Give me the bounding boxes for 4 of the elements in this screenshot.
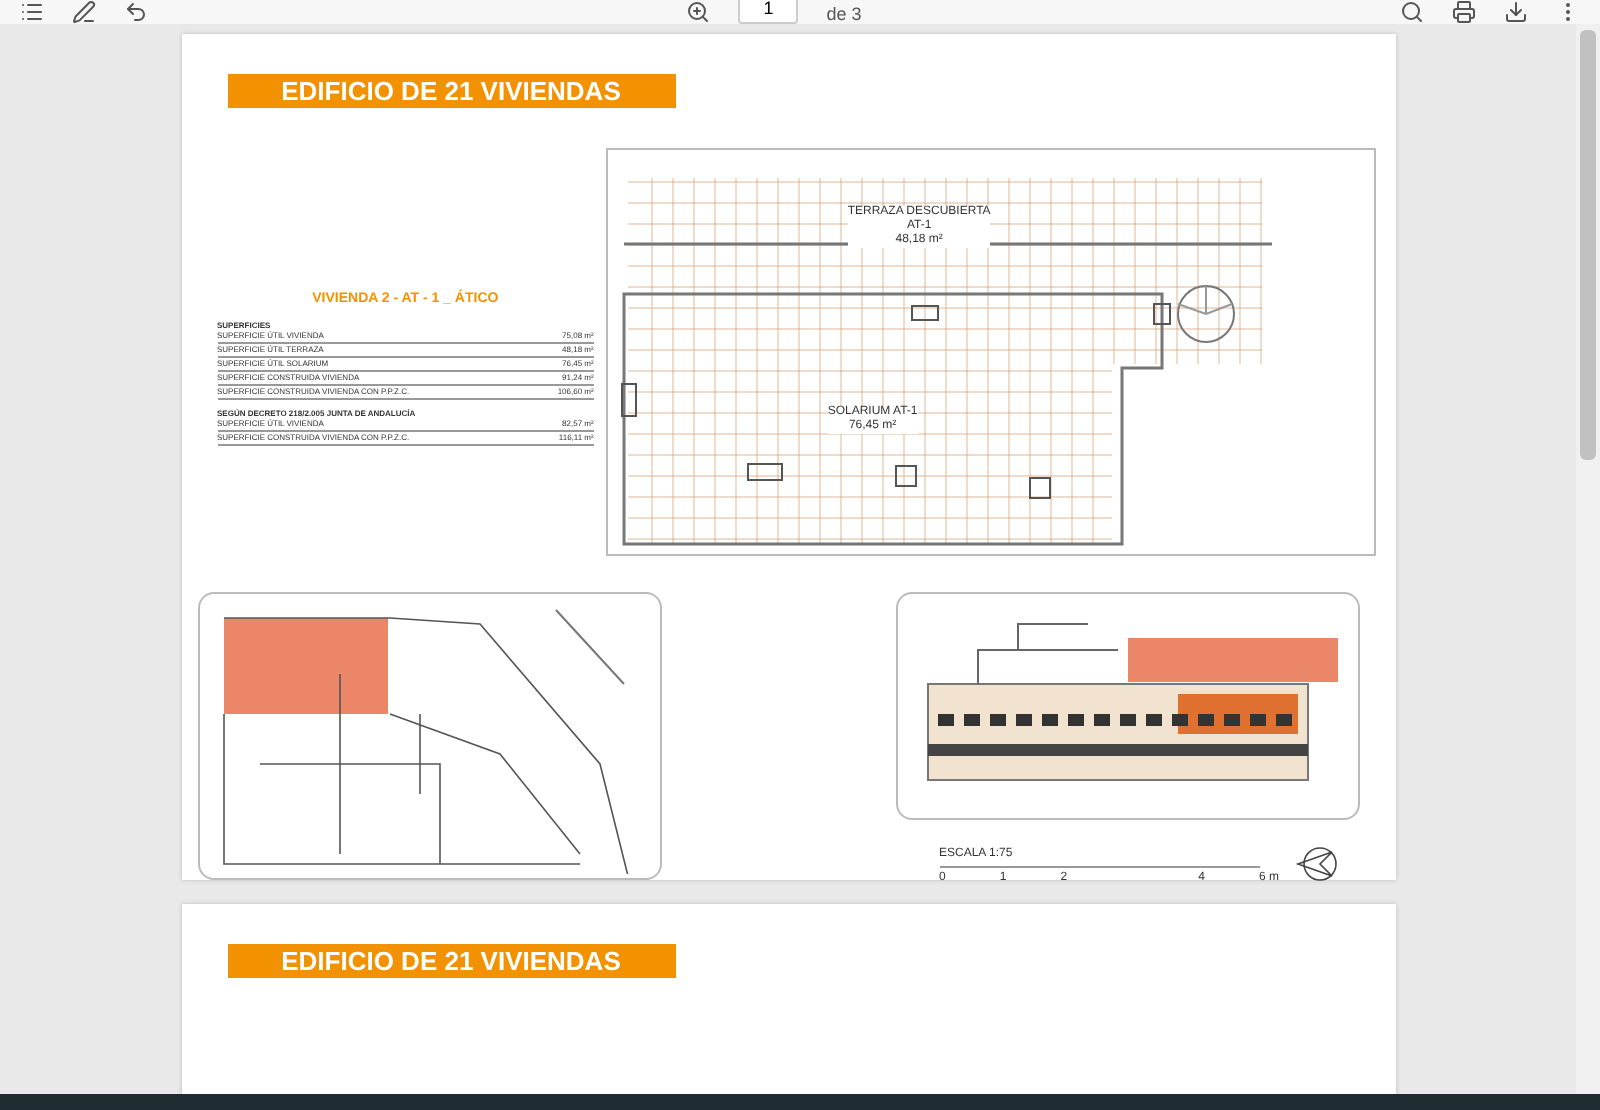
- page-title: EDIFICIO DE 21 VIVIENDAS: [227, 944, 675, 978]
- page-title: EDIFICIO DE 21 VIVIENDAS: [227, 74, 675, 108]
- page-number-field[interactable]: 1: [738, 0, 799, 24]
- page-total: de 3: [826, 4, 862, 24]
